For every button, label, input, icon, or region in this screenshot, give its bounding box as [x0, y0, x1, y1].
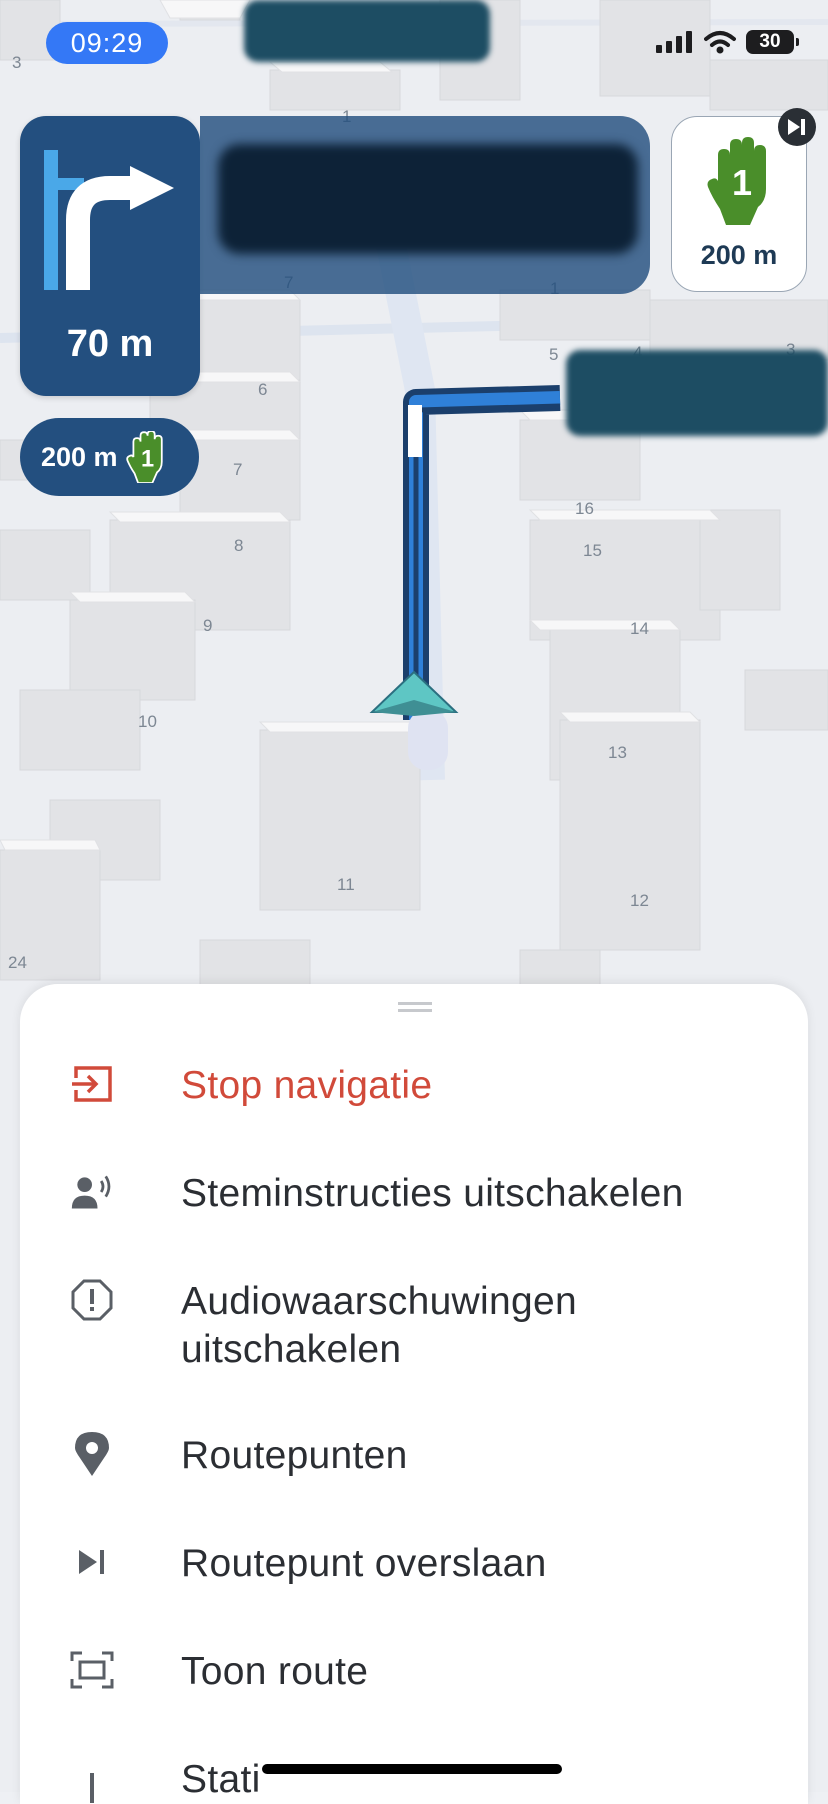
fit-route-icon	[70, 1648, 114, 1692]
turn-right-arrow-icon	[44, 150, 174, 290]
menu-label: Toon route	[181, 1650, 369, 1693]
alert-icon	[70, 1278, 114, 1322]
building-number-label: 16	[575, 499, 594, 518]
building-number-label: 13	[608, 743, 627, 762]
building-number-label: 9	[203, 616, 212, 635]
next-sign-pill[interactable]: 200 m 1	[20, 418, 199, 496]
wifi-icon	[704, 31, 736, 54]
turn-distance: 70 m	[66, 323, 154, 365]
skip-waypoint-button[interactable]	[778, 108, 816, 146]
building-number-label: 12	[630, 891, 649, 910]
navigation-menu-sheet: Stop navigatie Steminstructies uitschake…	[20, 984, 808, 1804]
svg-text:1: 1	[141, 446, 154, 472]
voice-icon	[70, 1170, 114, 1214]
sheet-grabber[interactable]	[398, 1002, 432, 1012]
redacted-street-name	[218, 144, 638, 254]
redacted-street-label	[566, 350, 828, 436]
hand-distance: 200 m	[41, 441, 118, 472]
location-pin-icon	[70, 1432, 114, 1476]
hand-stop-icon: 1	[707, 137, 766, 225]
cellular-signal-icon	[656, 31, 692, 53]
statistics-icon	[70, 1766, 114, 1804]
menu-label: Steminstructies uitschakelen	[181, 1172, 684, 1215]
hand-stop-small-icon: 1	[125, 431, 163, 483]
menu-label: Routepunt overslaan	[181, 1542, 547, 1585]
building-number-label: 3	[12, 53, 21, 72]
exit-icon	[70, 1062, 114, 1106]
building-number-label: 7	[233, 460, 242, 479]
building-number-label: 24	[8, 953, 27, 972]
sign-distance: 200 m	[700, 240, 778, 270]
building-number-label: 5	[549, 345, 558, 364]
menu-label: Audiowaarschuwingen uitschakelen	[181, 1280, 577, 1371]
status-time: 09:29	[46, 22, 168, 64]
battery-icon: 30	[746, 30, 799, 54]
home-indicator[interactable]	[262, 1764, 562, 1774]
building-number-label: 6	[258, 380, 267, 399]
building-number-label: 15	[583, 541, 602, 560]
building-number-label: 11	[337, 875, 355, 894]
turn-instruction-card[interactable]: 70 m	[20, 116, 200, 396]
building-number-label: 8	[234, 536, 243, 555]
skip-next-icon	[70, 1540, 114, 1584]
menu-label: Stop navigatie	[181, 1064, 433, 1107]
hand-sign-number: 1	[732, 162, 752, 203]
redacted-area	[244, 0, 490, 62]
menu-label: Routepunten	[181, 1434, 408, 1477]
building-number-label: 10	[138, 712, 157, 731]
status-icons: 30	[656, 30, 799, 54]
skip-next-icon	[788, 119, 805, 135]
building-number-label: 14	[630, 619, 649, 638]
street-name-card	[200, 116, 650, 294]
